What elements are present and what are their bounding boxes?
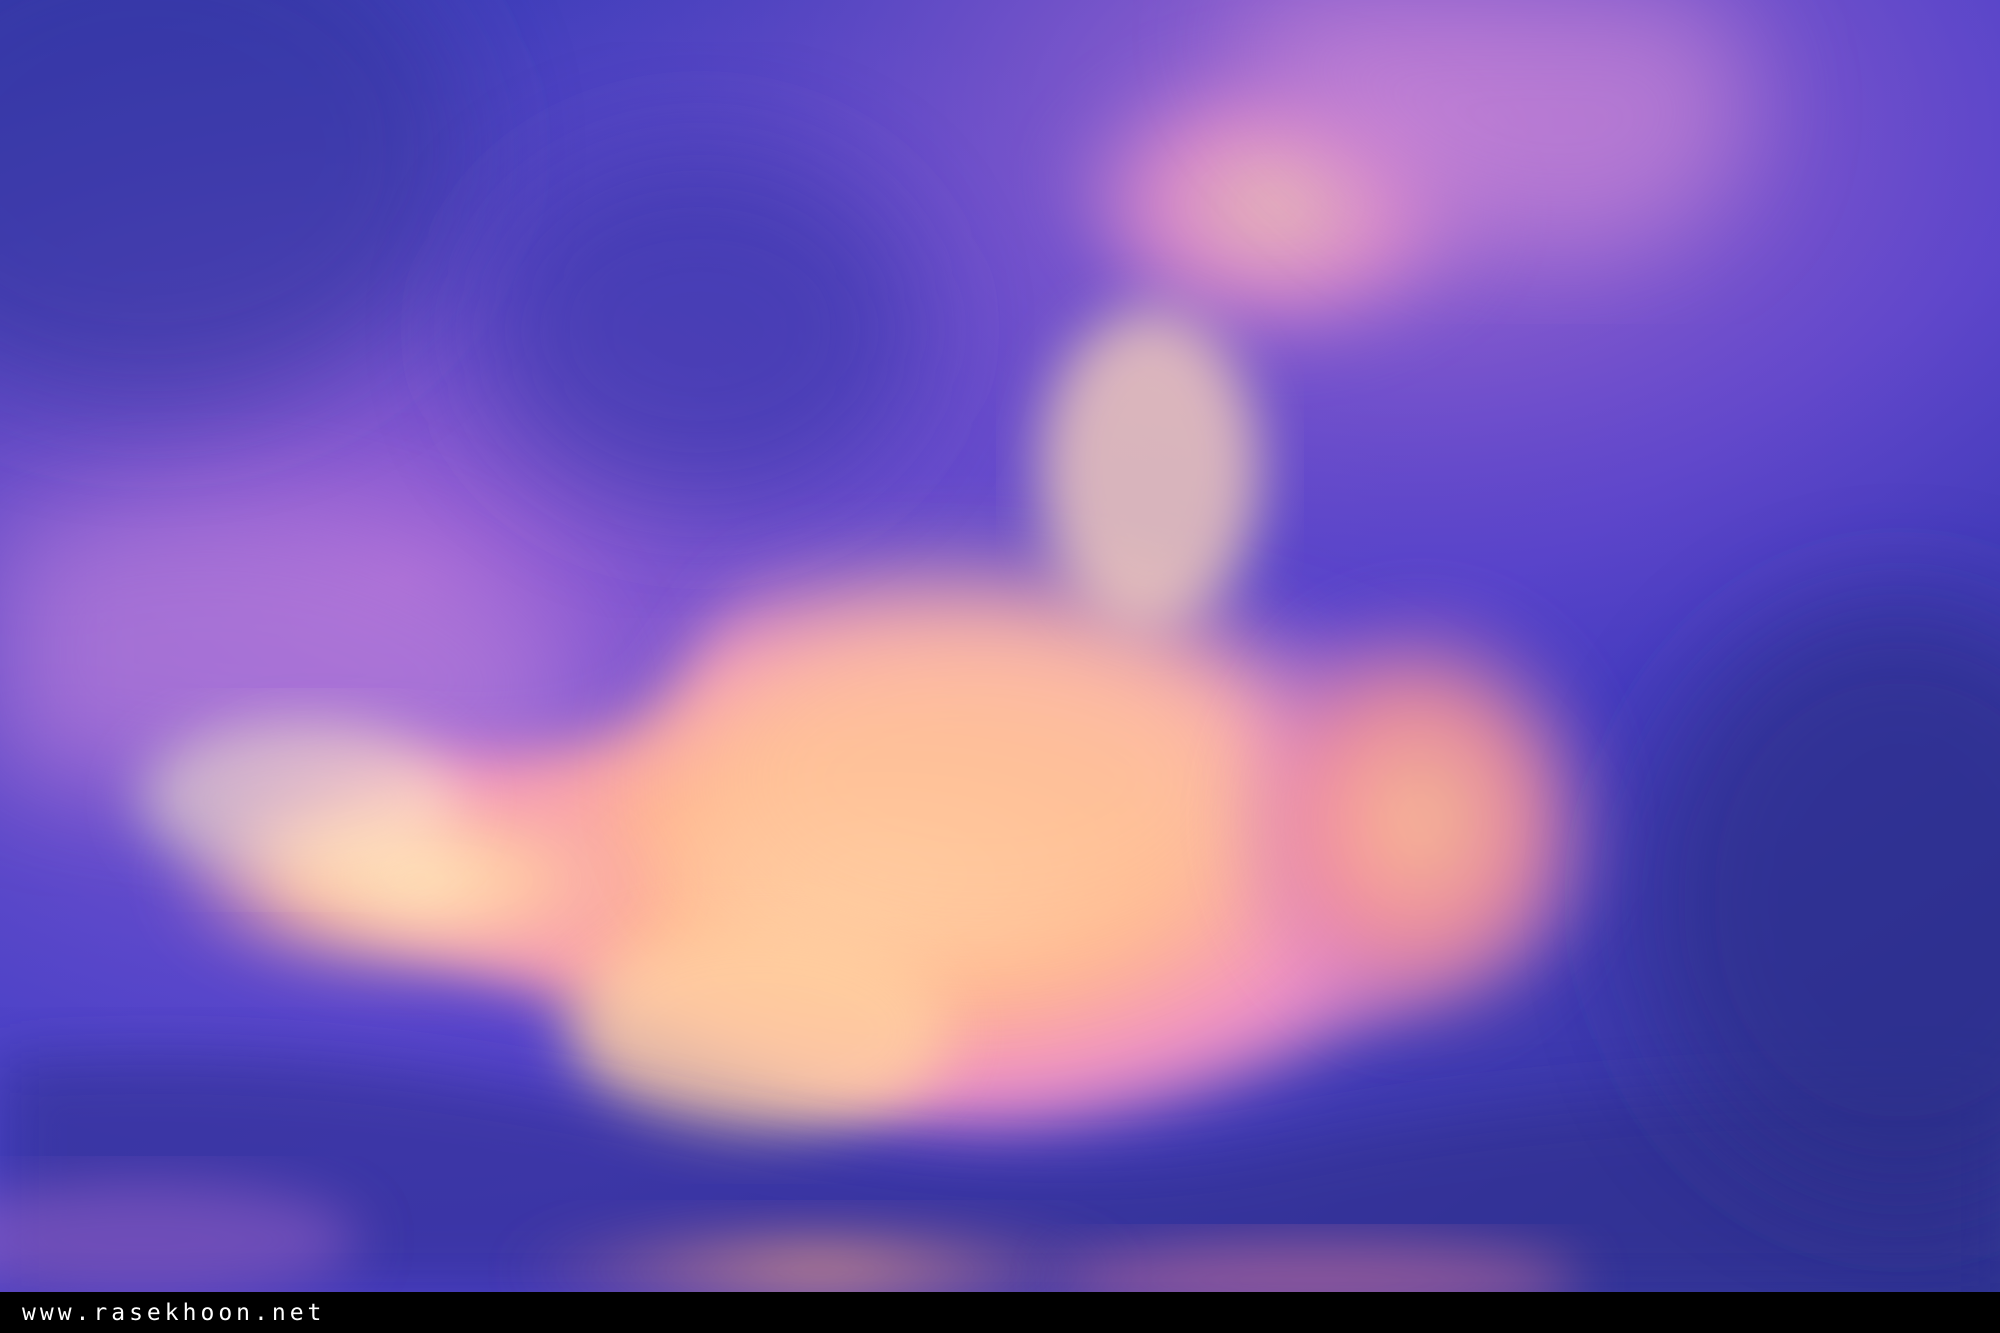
watermark-text: www.rasekhoon.net (22, 1300, 326, 1326)
cloud-sky-illustration (0, 0, 2000, 1292)
sunset-cloud-photo (0, 0, 2000, 1292)
image-frame: www.rasekhoon.net (0, 0, 2000, 1333)
